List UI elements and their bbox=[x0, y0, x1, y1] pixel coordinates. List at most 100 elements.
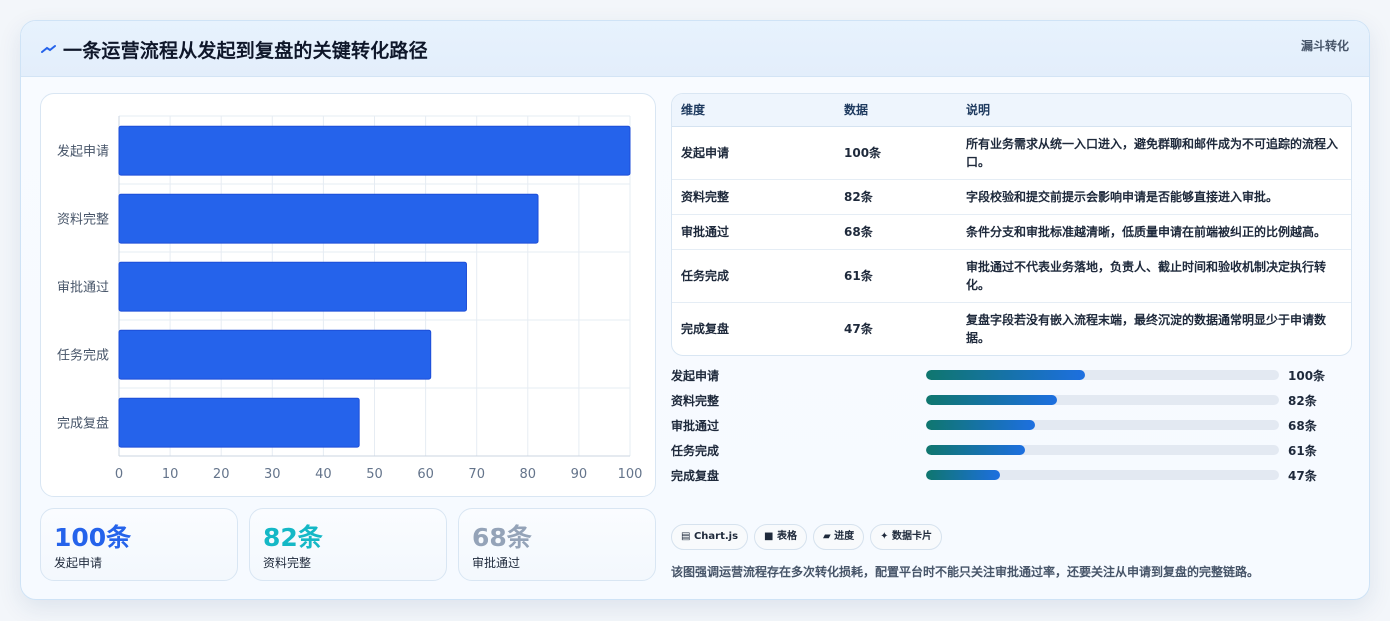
progress-track bbox=[926, 370, 1279, 380]
progress-label: 任务完成 bbox=[671, 444, 720, 458]
funnel-bar-chart: 发起申请 资料完整 审批通过 任务完成 完成复盘 0 10 20 30 40 50 60 70 80 90 1… bbox=[40, 93, 656, 497]
progress-value: 82条 bbox=[1288, 394, 1317, 408]
x-tick-label: 30 bbox=[264, 467, 281, 482]
column-header-data: 数据 bbox=[835, 94, 957, 127]
progress-fill bbox=[926, 420, 1036, 430]
stat-label: 资料完整 bbox=[263, 556, 312, 570]
chip-table[interactable]: ■ 表格 bbox=[754, 524, 807, 550]
chip-data-card[interactable]: ✦ 数据卡片 bbox=[870, 524, 943, 550]
bar[interactable] bbox=[118, 261, 467, 312]
chip-label: 表格 bbox=[776, 531, 797, 542]
stat-value: 82条 bbox=[263, 523, 323, 552]
stat-value: 68条 bbox=[472, 523, 532, 552]
bar[interactable] bbox=[118, 125, 631, 176]
x-tick-label: 50 bbox=[366, 467, 383, 482]
cell-data: 68条 bbox=[835, 214, 957, 250]
stat-label: 审批通过 bbox=[472, 556, 521, 570]
progress-track bbox=[926, 420, 1279, 430]
cell-description: 字段校验和提交前提示会影响申请是否能够直接进入审批。 bbox=[957, 179, 1351, 215]
progress-fill bbox=[926, 470, 1001, 480]
progress-label: 审批通过 bbox=[671, 419, 720, 433]
category-label: 发起申请 bbox=[57, 144, 109, 160]
bar[interactable] bbox=[118, 329, 432, 380]
column-header-dimension: 维度 bbox=[672, 94, 835, 127]
progress-value: 68条 bbox=[1288, 419, 1317, 433]
column-header-description: 说明 bbox=[957, 94, 1351, 127]
data-table: 维度 数据 说明 发起申请 100条 所有业务需求从统一入口进入，避免群聊和邮件… bbox=[671, 93, 1352, 356]
progress-row: 审批通过 68条 bbox=[671, 416, 1369, 434]
progress-track bbox=[926, 395, 1279, 405]
bar[interactable] bbox=[118, 397, 360, 448]
progress-row: 任务完成 61条 bbox=[671, 441, 1369, 459]
chart-icon: ▤ bbox=[681, 531, 691, 542]
cell-data: 82条 bbox=[835, 179, 957, 215]
table-icon: ■ bbox=[764, 531, 774, 542]
category-label: 完成复盘 bbox=[57, 416, 109, 432]
progress-row: 资料完整 82条 bbox=[671, 391, 1369, 409]
category-label: 审批通过 bbox=[57, 281, 109, 296]
progress-label: 资料完整 bbox=[671, 394, 720, 408]
progress-icon: ▰ bbox=[822, 531, 831, 542]
progress-fill bbox=[926, 395, 1057, 405]
stat-card-start: 100条 发起申请 bbox=[40, 508, 238, 581]
cell-description: 所有业务需求从统一入口进入，避免群聊和邮件成为不可追踪的流程入口。 bbox=[957, 126, 1351, 180]
category-label: 资料完整 bbox=[57, 213, 109, 228]
x-tick-label: 0 bbox=[115, 467, 123, 482]
cell-data: 47条 bbox=[844, 321, 873, 336]
table-row: 审批通过 68条 条件分支和审批标准越清晰，低质量申请在前端被纠正的比例越高。 bbox=[672, 214, 1351, 250]
x-tick-label: 10 bbox=[162, 467, 179, 482]
table-row: 任务完成 61条 审批通过不代表业务落地，负责人、截止时间和验收机制决定执行转化… bbox=[672, 249, 1351, 303]
chart-svg: 发起申请资料完整审批通过任务完成完成复盘 0 10 20 30 40 50 60 70 80 90 1… bbox=[57, 115, 642, 482]
table-row: 资料完整 82条 字段校验和提交前提示会影响申请是否能够直接进入审批。 bbox=[672, 179, 1351, 215]
cell-data: 61条 bbox=[835, 249, 957, 303]
progress-value: 100条 bbox=[1288, 369, 1326, 383]
progress-fill bbox=[926, 370, 1085, 380]
cell-description: 条件分支和审批标准越清晰，低质量申请在前端被纠正的比例越高。 bbox=[957, 214, 1351, 250]
progress-row: 完成复盘 47条 bbox=[671, 466, 1369, 484]
table-row: 完成复盘 47条 复盘字段若没有嵌入流程末端，最终沉淀的数据通常明显少于申请数据… bbox=[672, 302, 1351, 355]
progress-value: 61条 bbox=[1288, 444, 1317, 458]
main-card: 一条运营流程从发起到复盘的关键转化路径 漏斗转化 发起申请 资料完整 审批通过 任务完… bbox=[20, 20, 1370, 600]
x-tick-label: 40 bbox=[315, 467, 332, 482]
bar[interactable] bbox=[118, 193, 539, 244]
category-label: 任务完成 bbox=[57, 348, 109, 364]
flow-line-icon bbox=[41, 45, 56, 53]
cell-description: 复盘字段若没有嵌入流程末端，最终沉淀的数据通常明显少于申请数据。 bbox=[966, 312, 1327, 345]
chip-progress[interactable]: ▰ 进度 bbox=[812, 524, 865, 550]
card-header: 一条运营流程从发起到复盘的关键转化路径 漏斗转化 bbox=[21, 21, 1369, 77]
footnote: 该图强调运营流程存在多次转化损耗，配置平台时不能只关注审批通过率，还要关注从申请… bbox=[671, 565, 1260, 579]
table-row: 发起申请 100条 所有业务需求从统一入口进入，避免群聊和邮件成为不可追踪的流程… bbox=[672, 126, 1351, 180]
chip-label: Chart.js bbox=[693, 531, 739, 542]
cell-dimension: 任务完成 bbox=[672, 249, 835, 303]
x-tick-label: 90 bbox=[571, 467, 588, 482]
stat-value: 100条 bbox=[54, 523, 132, 552]
cell-description: 审批通过不代表业务落地，负责人、截止时间和验收机制决定执行转化。 bbox=[957, 249, 1351, 303]
chip-label: 数据卡片 bbox=[892, 531, 933, 542]
stat-label: 发起申请 bbox=[54, 556, 103, 570]
progress-label: 发起申请 bbox=[671, 369, 720, 383]
progress-track bbox=[926, 470, 1279, 480]
card-icon: ✦ bbox=[880, 531, 889, 542]
progress-fill bbox=[926, 445, 1025, 455]
progress-value: 47条 bbox=[1288, 469, 1317, 483]
progress-track bbox=[926, 445, 1279, 455]
x-tick-label: 20 bbox=[213, 467, 230, 482]
stat-card-approved: 68条 审批通过 bbox=[458, 508, 656, 581]
x-tick-label: 60 bbox=[417, 467, 434, 482]
cell-dimension: 资料完整 bbox=[672, 179, 835, 215]
cell-dimension: 发起申请 bbox=[672, 126, 835, 180]
cell-dimension: 完成复盘 bbox=[681, 321, 730, 336]
stat-card-complete: 82条 资料完整 bbox=[249, 508, 447, 581]
table-header-row: 维度 数据 说明 bbox=[672, 94, 1351, 127]
page-title: 一条运营流程从发起到复盘的关键转化路径 bbox=[63, 40, 428, 62]
x-tick-label: 70 bbox=[468, 467, 485, 482]
feature-chips: ▤ Chart.js ■ 表格 ▰ 进度 ✦ 数据卡片 bbox=[671, 524, 948, 550]
chip-label: 进度 bbox=[834, 531, 855, 542]
progress-label: 完成复盘 bbox=[671, 469, 720, 483]
cell-data: 100条 bbox=[835, 126, 957, 180]
cell-dimension: 审批通过 bbox=[672, 214, 835, 250]
chip-chartjs[interactable]: ▤ Chart.js bbox=[671, 524, 749, 550]
progress-row: 发起申请 100条 bbox=[671, 366, 1369, 384]
category-tag: 漏斗转化 bbox=[1300, 39, 1349, 53]
x-tick-label: 80 bbox=[520, 467, 537, 482]
